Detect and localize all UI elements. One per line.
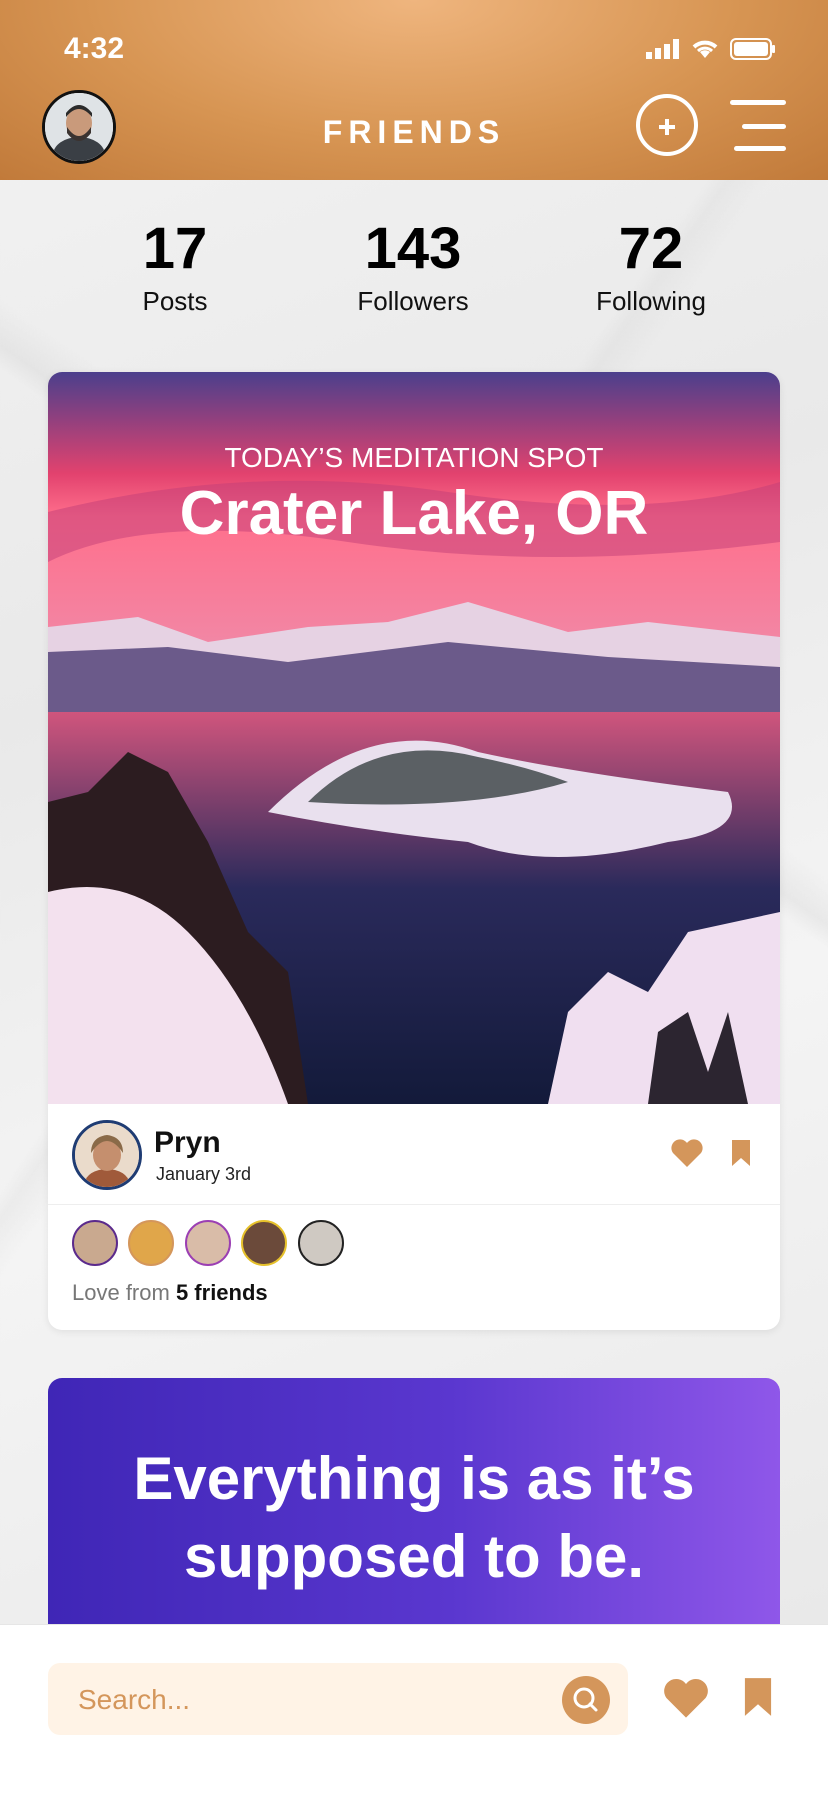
- stat-following[interactable]: 72 Following: [551, 220, 751, 317]
- bookmark-icon[interactable]: [730, 1138, 752, 1168]
- friend-avatar[interactable]: [297, 1220, 344, 1266]
- heart-icon[interactable]: [670, 1138, 704, 1168]
- menu-button[interactable]: [730, 100, 786, 152]
- search-input[interactable]: [76, 1681, 540, 1719]
- author-avatar[interactable]: [72, 1120, 142, 1190]
- friend-avatar[interactable]: [241, 1220, 288, 1266]
- stat-label: Posts: [142, 286, 208, 316]
- stat-value: 143: [364, 216, 462, 281]
- bottom-bar: [0, 1624, 828, 1793]
- liked-friends[interactable]: [72, 1220, 350, 1271]
- post-card[interactable]: TODAY’S MEDITATION SPOT Crater Lake, OR …: [48, 372, 780, 1330]
- menu-icon: [730, 100, 786, 105]
- app-header: 4:32 FRIENDS: [0, 0, 828, 180]
- cellular-signal-icon: [646, 39, 679, 59]
- stat-value: 72: [618, 216, 684, 281]
- saved-bookmark-icon[interactable]: [742, 1675, 774, 1719]
- post-title: Crater Lake, OR: [179, 479, 649, 548]
- add-post-button[interactable]: [636, 94, 698, 156]
- search-icon: [573, 1687, 598, 1712]
- post-image[interactable]: TODAY’S MEDITATION SPOT Crater Lake, OR: [48, 372, 780, 1104]
- stat-value: 17: [142, 216, 208, 281]
- quote-text: Everything is as it’s supposed to be.: [48, 1440, 780, 1596]
- friend-avatar[interactable]: [184, 1220, 231, 1266]
- search-button[interactable]: [562, 1676, 610, 1724]
- battery-icon: [730, 38, 775, 60]
- quote-line-1: Everything is as it’s: [133, 1445, 695, 1512]
- wifi-icon: [692, 40, 718, 58]
- search-box[interactable]: [48, 1663, 628, 1735]
- author-name[interactable]: Pryn: [154, 1126, 221, 1160]
- post-date: January 3rd: [156, 1164, 252, 1184]
- love-count: 5 friends: [175, 1280, 268, 1305]
- friend-avatar[interactable]: [128, 1220, 175, 1266]
- love-prefix: Love from: [72, 1280, 170, 1305]
- friend-avatar[interactable]: [72, 1220, 118, 1266]
- status-time: 4:32: [64, 32, 125, 65]
- stat-posts[interactable]: 17 Posts: [75, 220, 275, 317]
- post-author-row: Pryn January 3rd: [48, 1104, 780, 1205]
- page-title: FRIENDS: [322, 114, 506, 150]
- post-kicker: TODAY’S MEDITATION SPOT: [224, 442, 604, 473]
- status-icons: [646, 38, 776, 60]
- favorites-heart-icon[interactable]: [662, 1677, 710, 1719]
- love-summary[interactable]: Love from 5 friends: [72, 1280, 268, 1306]
- stat-label: Following: [596, 286, 706, 316]
- stat-label: Followers: [357, 286, 469, 316]
- stat-followers[interactable]: 143 Followers: [313, 220, 513, 317]
- quote-line-2: supposed to be.: [183, 1523, 645, 1590]
